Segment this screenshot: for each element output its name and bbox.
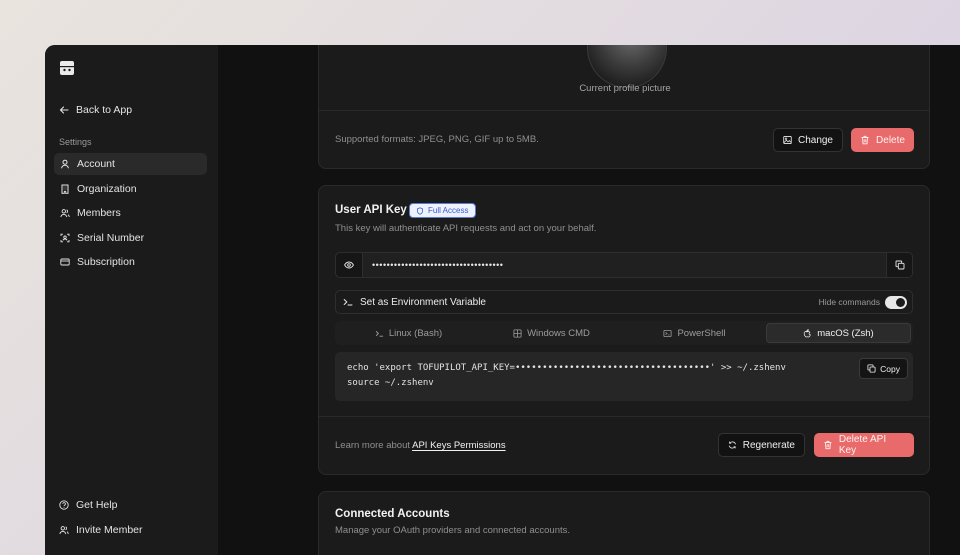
api-key-field: •••••••••••••••••••••••••••••••••••• [335,252,913,278]
tab-label: macOS (Zsh) [817,327,874,339]
sidebar-item-label: Organization [77,183,137,195]
divider [319,416,929,417]
delete-api-key-button[interactable]: Delete API Key [814,433,914,457]
connected-accounts-description: Manage your OAuth providers and connecte… [335,525,571,536]
connected-accounts-title: Connected Accounts [335,508,450,520]
tab-windows-cmd[interactable]: Windows CMD [480,323,623,343]
arrow-left-icon [59,105,69,115]
env-variable-label: Set as Environment Variable [360,296,486,308]
terminal-icon [375,330,383,337]
delete-api-key-label: Delete API Key [838,434,887,456]
sidebar-item-label: Members [77,207,121,219]
help-circle-icon [59,500,69,510]
scan-icon [60,233,70,243]
trash-icon [861,135,869,145]
tab-linux-bash[interactable]: Linux (Bash) [337,323,480,343]
copy-icon [895,260,904,270]
full-access-badge: Full Access [409,203,477,218]
avatar [587,45,667,88]
badge-label: Full Access [428,206,469,215]
credit-card-icon [60,257,70,267]
api-key-title: User API Key [335,204,407,216]
user-icon [60,159,70,169]
back-to-app-label: Back to App [76,104,133,116]
api-key-value[interactable]: •••••••••••••••••••••••••••••••••••• [363,253,887,277]
users-icon [60,208,70,218]
terminal-icon [343,299,353,306]
delete-label: Delete [876,134,905,146]
main-content: Current profile picture Supported format… [218,45,960,555]
code-line: echo 'export TOFUPILOT_API_KEY=•••••••••… [347,363,786,373]
trash-icon [824,440,832,450]
image-icon [783,136,792,144]
building-icon [60,184,70,194]
app-logo-icon[interactable] [59,60,75,76]
app-window: Back to App Settings Account Organizatio… [45,45,960,555]
sidebar-item-subscription[interactable]: Subscription [54,251,207,273]
copy-key-button[interactable] [886,253,912,277]
api-key-description: This key will authenticate API requests … [335,223,597,234]
supported-formats-text: Supported formats: JPEG, PNG, GIF up to … [335,134,539,145]
learn-more-text: Learn more about API Keys Permissions [335,440,506,451]
divider [319,110,929,111]
users-icon [59,525,69,535]
refresh-icon [728,441,736,449]
sidebar: Back to App Settings Account Organizatio… [45,45,218,555]
settings-heading: Settings [59,137,92,147]
sidebar-item-account[interactable]: Account [54,153,207,175]
hide-commands-label: Hide commands [818,297,880,307]
reveal-key-button[interactable] [336,253,363,277]
code-line: source ~/.zshenv [347,378,434,388]
delete-picture-button[interactable]: Delete [851,128,914,152]
regenerate-button[interactable]: Regenerate [718,433,805,457]
api-keys-permissions-link[interactable]: API Keys Permissions [412,440,505,451]
learn-more-prefix: Learn more about [335,440,410,451]
hide-commands-toggle[interactable] [885,296,907,309]
invite-member-label: Invite Member [76,524,143,536]
sidebar-item-organization[interactable]: Organization [54,178,207,200]
sidebar-item-label: Subscription [77,256,135,268]
powershell-icon [663,329,672,337]
get-help-label: Get Help [76,499,118,511]
os-tabs: Linux (Bash) Windows CMD PowerShell macO… [335,321,913,345]
profile-picture-card: Current profile picture Supported format… [318,45,930,169]
sidebar-item-label: Account [77,158,115,170]
tab-label: Windows CMD [527,327,590,339]
env-variable-toggle-row[interactable]: Set as Environment Variable Hide command… [335,290,913,314]
eye-icon [344,261,354,269]
sidebar-item-serial-number[interactable]: Serial Number [54,227,207,249]
copy-icon [867,364,876,373]
copy-command-button[interactable]: Copy [859,358,908,379]
api-key-card: User API Key Full Access This key will a… [318,185,930,475]
back-to-app-link[interactable]: Back to App [59,104,132,116]
connected-accounts-card: Connected Accounts Manage your OAuth pro… [318,491,930,555]
sidebar-item-label: Serial Number [77,232,145,244]
change-picture-button[interactable]: Change [773,128,843,152]
tab-powershell[interactable]: PowerShell [623,323,766,343]
windows-icon [513,328,522,338]
shield-icon [417,206,423,215]
avatar-caption: Current profile picture [579,83,671,94]
regenerate-label: Regenerate [742,439,795,451]
tab-macos-zsh[interactable]: macOS (Zsh) [766,323,911,343]
tab-label: Linux (Bash) [388,327,443,339]
invite-member-link[interactable]: Invite Member [59,524,143,536]
copy-label: Copy [880,363,900,374]
apple-icon [804,328,812,337]
get-help-link[interactable]: Get Help [59,499,117,511]
sidebar-item-members[interactable]: Members [54,202,207,224]
change-label: Change [797,134,833,146]
command-code-block: echo 'export TOFUPILOT_API_KEY=•••••••••… [335,352,913,401]
tab-label: PowerShell [677,327,726,339]
